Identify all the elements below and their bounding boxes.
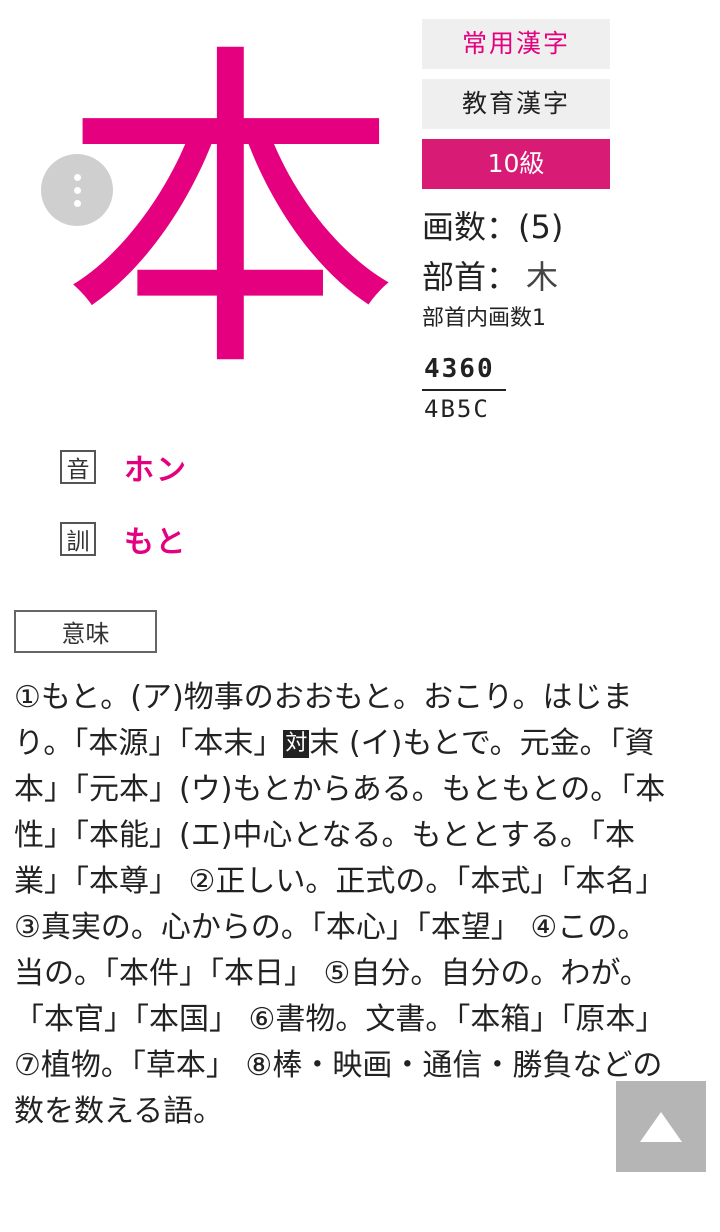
kun-reading-tag: 訓 xyxy=(60,522,96,556)
kun-reading-value[interactable]: もと xyxy=(124,517,187,561)
scroll-to-top-button[interactable] xyxy=(616,1081,706,1172)
code-divider xyxy=(422,389,506,391)
radical-label: 部首： xyxy=(422,258,519,296)
arrow-up-icon xyxy=(640,1111,682,1142)
meaning-text: ①もと。(ア)物事のおおもと。おこり。はじまり。「本源」「本末」対末 (イ)もと… xyxy=(14,675,674,1135)
on-reading-tag: 音 xyxy=(60,450,96,484)
on-reading-row: 音 ホン xyxy=(60,445,188,489)
meaning-text-part2: 末 (イ)もとで。元金。「資本」「元本」(ウ)もとからある。もともとの。「本性」… xyxy=(14,726,675,1129)
antonym-badge: 対 xyxy=(283,730,310,758)
more-options-button[interactable] xyxy=(41,154,113,226)
hex-code: 4B5C xyxy=(424,395,490,423)
kun-reading-row: 訓 もと xyxy=(60,517,187,561)
radical-character: 木 xyxy=(526,258,559,296)
meaning-tab[interactable]: 意味 xyxy=(14,610,157,653)
level-badge: 10級 xyxy=(422,139,610,189)
joyo-kanji-badge: 常用漢字 xyxy=(422,19,610,69)
radical-info: 部首：木 xyxy=(422,255,558,299)
radical-inner-strokes: 部首内画数1 xyxy=(422,306,546,331)
kyoiku-kanji-badge: 教育漢字 xyxy=(422,79,610,129)
stroke-count: 画数：(5) xyxy=(422,208,564,246)
kanji-character: 本 xyxy=(60,17,401,413)
on-reading-value[interactable]: ホン xyxy=(124,445,188,489)
jis-code: 4360 xyxy=(424,354,495,384)
more-vertical-icon xyxy=(73,173,81,207)
